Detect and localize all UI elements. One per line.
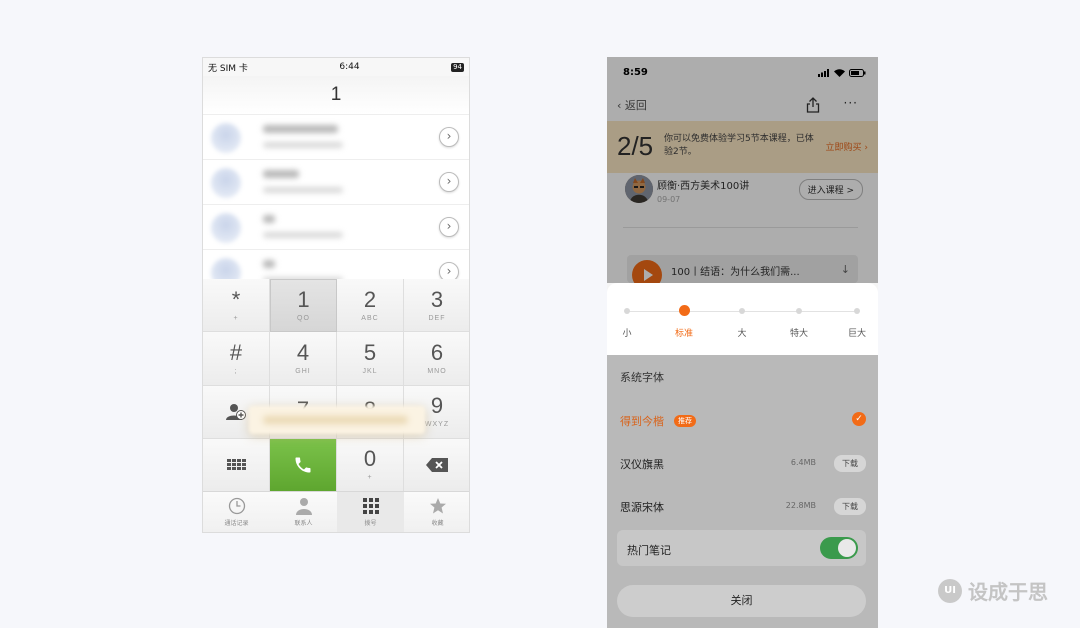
key-0[interactable]: 0 + bbox=[337, 438, 404, 492]
hot-notes-toggle[interactable] bbox=[820, 537, 858, 559]
download-button[interactable]: 下载 bbox=[834, 455, 866, 472]
key-3[interactable]: 3 DEF bbox=[404, 279, 469, 333]
key-1[interactable]: 1 QO bbox=[270, 279, 337, 333]
font-file-size: 6.4MB bbox=[790, 458, 816, 467]
avatar bbox=[211, 123, 241, 153]
font-option[interactable]: 思源宋体 22.8MB 下载 bbox=[620, 497, 866, 517]
blurred-contact-detail bbox=[263, 142, 343, 148]
system-font-label: 系统字体 bbox=[620, 371, 664, 384]
status-bar: 无 SIM 卡 6:44 94 bbox=[203, 58, 469, 76]
call-button[interactable] bbox=[270, 438, 337, 492]
watermark: UI 设成于思 bbox=[938, 576, 1048, 605]
hot-notes-label: 热门笔记 bbox=[627, 544, 671, 557]
logo-icon: UI bbox=[938, 578, 962, 603]
delete-button[interactable] bbox=[404, 438, 469, 492]
chevron-right-icon[interactable]: › bbox=[439, 127, 459, 147]
contact-suggestion[interactable]: › bbox=[203, 249, 469, 280]
blurred-toast bbox=[249, 406, 425, 434]
chevron-right-icon[interactable]: › bbox=[439, 172, 459, 192]
carrier-label: 无 SIM 卡 bbox=[208, 63, 248, 74]
chevron-right-icon[interactable]: › bbox=[439, 262, 459, 280]
contact-suggestions-list: › › › › bbox=[203, 114, 469, 280]
font-name: 汉仪旗黑 bbox=[620, 458, 664, 471]
font-name: 得到今楷 bbox=[620, 415, 664, 428]
tab-contacts[interactable]: 联系人 bbox=[270, 492, 337, 532]
key-6[interactable]: 6 MNO bbox=[404, 332, 469, 386]
avatar bbox=[211, 168, 241, 198]
tab-keypad[interactable]: 拨号 bbox=[337, 492, 404, 532]
font-size-option[interactable]: 特大 bbox=[779, 305, 819, 339]
modal-overlay[interactable] bbox=[607, 57, 878, 283]
close-button[interactable]: 关闭 bbox=[617, 585, 866, 617]
contact-suggestion[interactable]: › bbox=[203, 159, 469, 204]
recommended-badge: 推荐 bbox=[674, 415, 696, 427]
person-add-icon bbox=[226, 403, 246, 420]
check-icon: ✓ bbox=[852, 412, 866, 426]
phone-icon bbox=[295, 457, 311, 473]
font-name: 思源宋体 bbox=[620, 501, 664, 514]
dialed-number-display: 1 bbox=[203, 76, 469, 114]
key-2[interactable]: 2 ABC bbox=[337, 279, 404, 333]
status-time: 6:44 bbox=[339, 62, 360, 72]
tab-favorites[interactable]: 收藏 bbox=[404, 492, 469, 532]
course-page-background: 8:59 ‹ 返回 ··· 2/5 你可以免费体验学习5节本课程，已体验2节。 … bbox=[607, 57, 878, 290]
blurred-contact-name bbox=[263, 125, 338, 133]
blurred-contact-name bbox=[263, 215, 275, 223]
key-4[interactable]: 4 GHI bbox=[270, 332, 337, 386]
chevron-right-icon[interactable]: › bbox=[439, 217, 459, 237]
watermark-text: 设成于思 bbox=[968, 580, 1048, 604]
font-file-size: 22.8MB bbox=[785, 501, 816, 510]
contact-suggestion[interactable]: › bbox=[203, 114, 469, 159]
key-5[interactable]: 5 JKL bbox=[337, 332, 404, 386]
hot-notes-row: 热门笔记 bbox=[617, 530, 866, 566]
font-size-option[interactable]: 大 bbox=[722, 305, 762, 339]
blurred-contact-name bbox=[263, 260, 275, 268]
dialer-tab-bar: 通话记录 联系人 拨号 收藏 bbox=[203, 491, 469, 532]
key-hash[interactable]: #; bbox=[203, 332, 270, 386]
key-star[interactable]: * + bbox=[203, 279, 270, 333]
font-size-option[interactable]: 巨大 bbox=[837, 305, 877, 339]
blurred-contact-detail bbox=[263, 187, 343, 193]
tab-recents[interactable]: 通话记录 bbox=[203, 492, 270, 532]
keypad-grid-icon bbox=[226, 459, 246, 471]
download-button[interactable]: 下载 bbox=[834, 498, 866, 515]
star-icon bbox=[429, 498, 446, 514]
font-settings-sheet: 小 标准 大 特大 巨大 系统字体 得到今楷 推荐 ✓ 汉仪旗黑 6.4MB 下… bbox=[607, 283, 878, 628]
keypad-icon bbox=[362, 498, 379, 514]
clock-icon bbox=[228, 497, 245, 515]
battery-icon: 94 bbox=[451, 62, 464, 72]
avatar bbox=[211, 213, 241, 243]
reader-phone-screen: 8:59 ‹ 返回 ··· 2/5 你可以免费体验学习5节本课程，已体验2节。 … bbox=[607, 57, 878, 628]
backspace-icon bbox=[426, 457, 448, 472]
contact-suggestion[interactable]: › bbox=[203, 204, 469, 249]
font-size-option-selected[interactable]: 标准 bbox=[664, 305, 704, 339]
voicemail-icon: QO bbox=[297, 315, 310, 323]
font-option-selected[interactable]: 得到今楷 推荐 ✓ bbox=[620, 411, 866, 431]
font-option[interactable]: 汉仪旗黑 6.4MB 下载 bbox=[620, 454, 866, 474]
dialer-phone-screen: 无 SIM 卡 6:44 94 1 › › › › * + 1 QO 2 ABC… bbox=[202, 57, 470, 533]
blurred-contact-detail bbox=[263, 232, 343, 238]
avatar bbox=[211, 258, 241, 280]
dial-keypad: *+ 1QO 2ABC 3DEF #; 4GHI 5JKL 6MNO 7 8 9… bbox=[203, 279, 469, 492]
font-size-option[interactable]: 小 bbox=[607, 305, 647, 339]
hide-keypad-button[interactable] bbox=[203, 438, 270, 492]
blurred-contact-name bbox=[263, 170, 299, 178]
person-icon bbox=[295, 498, 312, 515]
font-size-slider[interactable]: 小 标准 大 特大 巨大 bbox=[607, 283, 878, 355]
